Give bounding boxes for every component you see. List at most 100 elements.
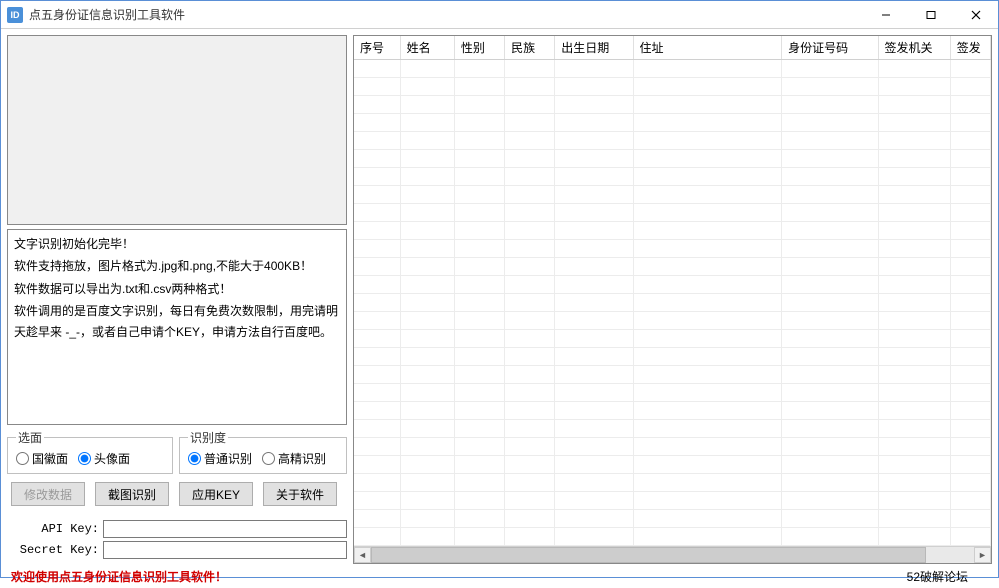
table-cell[interactable] <box>950 456 990 474</box>
apply-key-button[interactable]: 应用KEY <box>179 482 253 506</box>
table-cell[interactable] <box>878 366 950 384</box>
table-cell[interactable] <box>400 240 454 258</box>
table-cell[interactable] <box>782 402 878 420</box>
table-cell[interactable] <box>555 366 633 384</box>
table-cell[interactable] <box>400 420 454 438</box>
table-cell[interactable] <box>878 330 950 348</box>
table-cell[interactable] <box>454 456 504 474</box>
maximize-button[interactable] <box>908 1 953 29</box>
table-cell[interactable] <box>878 258 950 276</box>
table-cell[interactable] <box>878 312 950 330</box>
table-cell[interactable] <box>950 168 990 186</box>
radio-portrait-side-input[interactable] <box>78 452 91 465</box>
table-cell[interactable] <box>782 366 878 384</box>
table-header[interactable]: 序号 <box>354 36 400 60</box>
table-cell[interactable] <box>878 240 950 258</box>
table-cell[interactable] <box>400 366 454 384</box>
table-cell[interactable] <box>633 366 782 384</box>
table-cell[interactable] <box>782 528 878 546</box>
table-header[interactable]: 性别 <box>454 36 504 60</box>
table-cell[interactable] <box>950 114 990 132</box>
table-cell[interactable] <box>505 384 555 402</box>
table-cell[interactable] <box>454 438 504 456</box>
radio-high-precision[interactable]: 高精识别 <box>262 450 326 467</box>
table-cell[interactable] <box>400 60 454 78</box>
table-cell[interactable] <box>354 150 400 168</box>
table-cell[interactable] <box>555 330 633 348</box>
table-cell[interactable] <box>555 456 633 474</box>
table-row[interactable] <box>354 384 991 402</box>
table-cell[interactable] <box>878 60 950 78</box>
table-cell[interactable] <box>505 258 555 276</box>
table-cell[interactable] <box>505 474 555 492</box>
scroll-right-arrow-icon[interactable]: ► <box>974 547 991 563</box>
table-header[interactable]: 签发机关 <box>878 36 950 60</box>
table-row[interactable] <box>354 258 991 276</box>
table-cell[interactable] <box>505 186 555 204</box>
table-cell[interactable] <box>782 348 878 366</box>
table-cell[interactable] <box>950 150 990 168</box>
table-cell[interactable] <box>454 402 504 420</box>
table-row[interactable] <box>354 240 991 258</box>
table-cell[interactable] <box>555 492 633 510</box>
table-cell[interactable] <box>505 330 555 348</box>
table-cell[interactable] <box>354 348 400 366</box>
table-cell[interactable] <box>633 150 782 168</box>
table-cell[interactable] <box>354 474 400 492</box>
table-cell[interactable] <box>555 60 633 78</box>
table-cell[interactable] <box>878 348 950 366</box>
table-cell[interactable] <box>782 312 878 330</box>
table-cell[interactable] <box>400 474 454 492</box>
table-cell[interactable] <box>782 204 878 222</box>
table-cell[interactable] <box>555 204 633 222</box>
table-cell[interactable] <box>454 240 504 258</box>
table-cell[interactable] <box>505 150 555 168</box>
table-cell[interactable] <box>555 132 633 150</box>
table-cell[interactable] <box>878 132 950 150</box>
table-cell[interactable] <box>354 456 400 474</box>
table-row[interactable] <box>354 312 991 330</box>
secret-key-input[interactable] <box>103 541 347 559</box>
table-cell[interactable] <box>950 60 990 78</box>
table-cell[interactable] <box>878 402 950 420</box>
table-cell[interactable] <box>505 114 555 132</box>
radio-high-precision-input[interactable] <box>262 452 275 465</box>
table-row[interactable] <box>354 348 991 366</box>
table-cell[interactable] <box>555 168 633 186</box>
table-cell[interactable] <box>878 420 950 438</box>
table-cell[interactable] <box>950 204 990 222</box>
table-cell[interactable] <box>555 78 633 96</box>
table-cell[interactable] <box>400 132 454 150</box>
table-cell[interactable] <box>505 348 555 366</box>
table-cell[interactable] <box>555 186 633 204</box>
table-cell[interactable] <box>782 96 878 114</box>
table-cell[interactable] <box>633 384 782 402</box>
table-cell[interactable] <box>354 528 400 546</box>
table-header[interactable]: 身份证号码 <box>782 36 878 60</box>
table-cell[interactable] <box>400 384 454 402</box>
table-cell[interactable] <box>878 384 950 402</box>
table-cell[interactable] <box>354 60 400 78</box>
close-button[interactable] <box>953 1 998 29</box>
table-cell[interactable] <box>505 420 555 438</box>
table-cell[interactable] <box>878 168 950 186</box>
api-key-input[interactable] <box>103 520 347 538</box>
table-cell[interactable] <box>400 510 454 528</box>
table-cell[interactable] <box>555 438 633 456</box>
table-row[interactable] <box>354 114 991 132</box>
table-cell[interactable] <box>555 474 633 492</box>
table-cell[interactable] <box>633 132 782 150</box>
table-header[interactable]: 出生日期 <box>555 36 633 60</box>
table-cell[interactable] <box>454 78 504 96</box>
table-header[interactable]: 住址 <box>633 36 782 60</box>
table-cell[interactable] <box>950 366 990 384</box>
table-cell[interactable] <box>505 240 555 258</box>
table-cell[interactable] <box>354 492 400 510</box>
table-cell[interactable] <box>782 186 878 204</box>
table-cell[interactable] <box>400 96 454 114</box>
table-cell[interactable] <box>400 78 454 96</box>
table-row[interactable] <box>354 168 991 186</box>
table-cell[interactable] <box>454 258 504 276</box>
table-cell[interactable] <box>633 186 782 204</box>
table-cell[interactable] <box>505 456 555 474</box>
